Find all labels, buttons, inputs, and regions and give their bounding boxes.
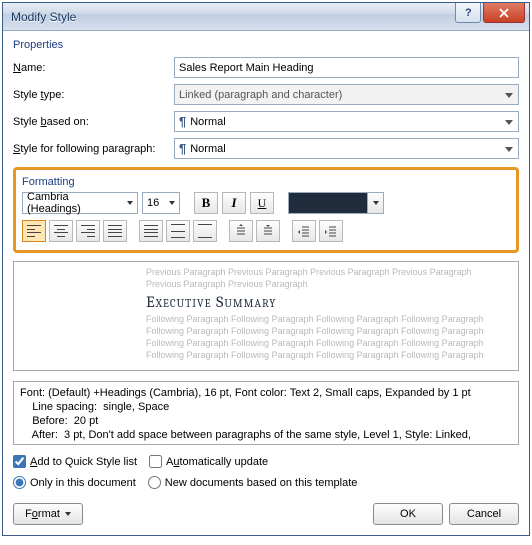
align-center-button[interactable]	[49, 220, 73, 242]
space-before-dec-button[interactable]	[256, 220, 280, 242]
cancel-button[interactable]: Cancel	[449, 503, 519, 525]
desc-line: Line spacing: single, Space	[20, 400, 512, 414]
desc-line: Before: 20 pt	[20, 414, 512, 428]
preview-heading: Executive Summary	[146, 293, 506, 311]
underline-button[interactable]: U	[250, 192, 274, 214]
font-color-picker[interactable]	[288, 192, 384, 214]
space-before-inc-button[interactable]	[229, 220, 253, 242]
preview-following-paragraph: Following Paragraph Following Paragraph …	[146, 313, 506, 361]
following-label: Style for following paragraph:	[13, 143, 168, 155]
new-docs-radio[interactable]: New documents based on this template	[148, 476, 358, 489]
name-input[interactable]: Sales Report Main Heading	[174, 57, 519, 78]
close-button[interactable]	[483, 3, 525, 23]
font-combo[interactable]: Cambria (Headings)	[22, 192, 138, 214]
name-label: Name:	[13, 62, 168, 74]
align-right-button[interactable]	[76, 220, 100, 242]
spacing-double-button[interactable]	[193, 220, 217, 242]
based-on-select[interactable]: ¶Normal	[174, 111, 519, 132]
add-quick-style-checkbox[interactable]: Add to Quick Style list	[13, 455, 137, 468]
auto-update-checkbox[interactable]: Automatically update	[149, 455, 268, 468]
indent-increase-button[interactable]	[319, 220, 343, 242]
dialog-title: Modify Style	[11, 10, 76, 24]
desc-line: Font: (Default) +Headings (Cambria), 16 …	[20, 386, 512, 400]
indent-decrease-button[interactable]	[292, 220, 316, 242]
formatting-group-label: Formatting	[22, 176, 510, 188]
following-select[interactable]: ¶Normal	[174, 138, 519, 159]
formatting-highlight: Formatting Cambria (Headings) 16 B I U	[13, 167, 519, 253]
italic-button[interactable]: I	[222, 192, 246, 214]
align-justify-button[interactable]	[103, 220, 127, 242]
modify-style-dialog: Modify Style ? Properties Name: Sales Re…	[2, 2, 530, 536]
bold-button[interactable]: B	[194, 192, 218, 214]
style-description: Font: (Default) +Headings (Cambria), 16 …	[13, 381, 519, 445]
preview-panel: Previous Paragraph Previous Paragraph Pr…	[13, 261, 519, 371]
size-combo[interactable]: 16	[142, 192, 180, 214]
preview-prev-paragraph: Previous Paragraph Previous Paragraph Pr…	[146, 266, 506, 290]
style-type-label: Style type:	[13, 89, 168, 101]
svg-text:?: ?	[465, 8, 472, 18]
format-button[interactable]: Format	[13, 503, 83, 525]
desc-line: After: 3 pt, Don't add space between par…	[20, 428, 512, 442]
align-left-button[interactable]	[22, 220, 46, 242]
ok-button[interactable]: OK	[373, 503, 443, 525]
titlebar: Modify Style ?	[3, 3, 529, 31]
style-type-select: Linked (paragraph and character)	[174, 84, 519, 105]
spacing-15-button[interactable]	[166, 220, 190, 242]
properties-group-label: Properties	[13, 39, 519, 51]
only-doc-radio[interactable]: Only in this document	[13, 476, 136, 489]
color-swatch	[289, 193, 367, 213]
based-on-label: Style based on:	[13, 116, 168, 128]
spacing-single-button[interactable]	[139, 220, 163, 242]
chevron-down-icon	[367, 193, 383, 213]
help-button[interactable]: ?	[455, 3, 481, 23]
